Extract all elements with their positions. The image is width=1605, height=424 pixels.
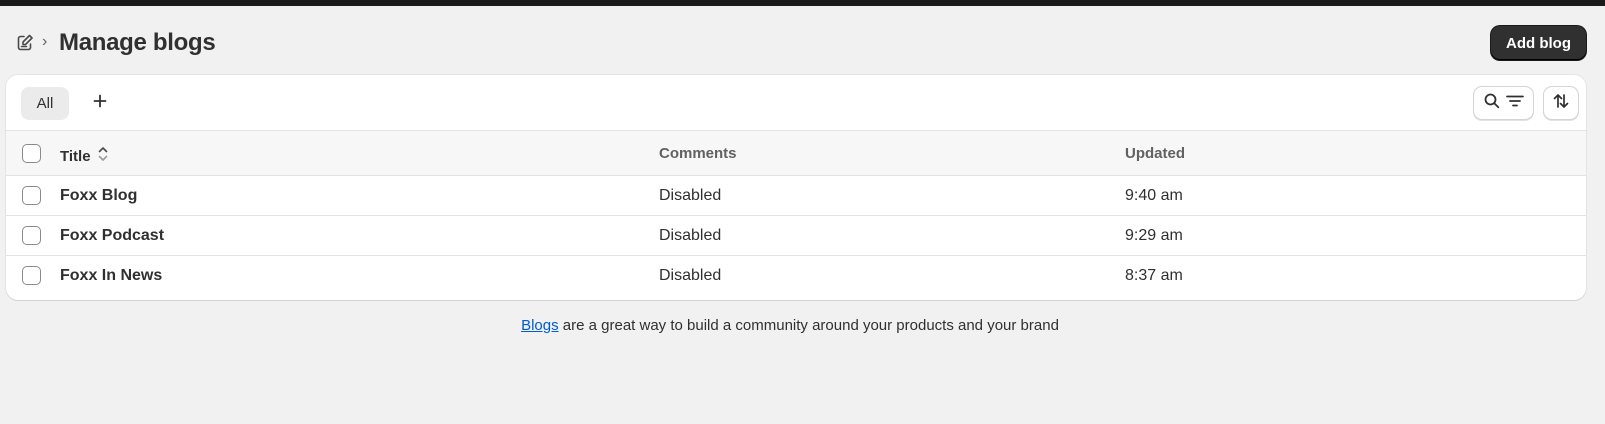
table-header-row: Title Comments Updated xyxy=(6,131,1586,176)
column-header-updated: Updated xyxy=(1125,145,1185,162)
blog-comments-status: Disabled xyxy=(659,267,722,284)
row-checkbox[interactable] xyxy=(22,266,41,285)
tab-all[interactable]: All xyxy=(21,87,69,120)
row-checkbox[interactable] xyxy=(22,226,41,245)
column-header-title[interactable]: Title xyxy=(60,145,109,167)
sort-button[interactable] xyxy=(1543,86,1579,120)
footer-text: are a great way to build a community aro… xyxy=(558,317,1059,334)
blog-updated-time: 8:37 am xyxy=(1125,267,1183,284)
breadcrumb-separator: › xyxy=(42,33,48,50)
column-header-title-label: Title xyxy=(60,147,91,165)
blog-comments-status: Disabled xyxy=(659,227,722,244)
table-row[interactable]: Foxx Blog Disabled 9:40 am xyxy=(6,176,1586,216)
blogs-help-link[interactable]: Blogs xyxy=(521,317,559,334)
page-title: Manage blogs xyxy=(59,29,216,56)
blogs-table-card: All Title Comments Updated Foxx Blog Dis… xyxy=(6,75,1586,300)
plus-icon xyxy=(92,93,108,114)
sort-arrows-icon xyxy=(1552,92,1570,115)
select-all-checkbox[interactable] xyxy=(22,144,41,163)
edit-document-icon[interactable] xyxy=(15,33,35,53)
sort-chevrons-icon xyxy=(97,145,109,167)
blog-title[interactable]: Foxx Blog xyxy=(60,187,137,205)
view-tabs-bar: All xyxy=(6,75,1586,131)
blog-comments-status: Disabled xyxy=(659,187,722,204)
column-header-comments: Comments xyxy=(659,145,737,162)
blog-updated-time: 9:40 am xyxy=(1125,187,1183,204)
blog-title[interactable]: Foxx Podcast xyxy=(60,227,164,245)
search-icon xyxy=(1483,92,1501,115)
footer-help-text: Blogs are a great way to build a communi… xyxy=(0,317,1580,334)
page-header: › Manage blogs Add blog xyxy=(0,6,1605,68)
table-row[interactable]: Foxx In News Disabled 8:37 am xyxy=(6,256,1586,296)
table-row[interactable]: Foxx Podcast Disabled 9:29 am xyxy=(6,216,1586,256)
search-filter-button[interactable] xyxy=(1473,86,1534,120)
blog-updated-time: 9:29 am xyxy=(1125,227,1183,244)
row-checkbox[interactable] xyxy=(22,186,41,205)
add-blog-button[interactable]: Add blog xyxy=(1491,26,1586,60)
blog-title[interactable]: Foxx In News xyxy=(60,267,162,285)
filter-lines-icon xyxy=(1505,92,1525,115)
add-view-button[interactable] xyxy=(86,89,114,117)
